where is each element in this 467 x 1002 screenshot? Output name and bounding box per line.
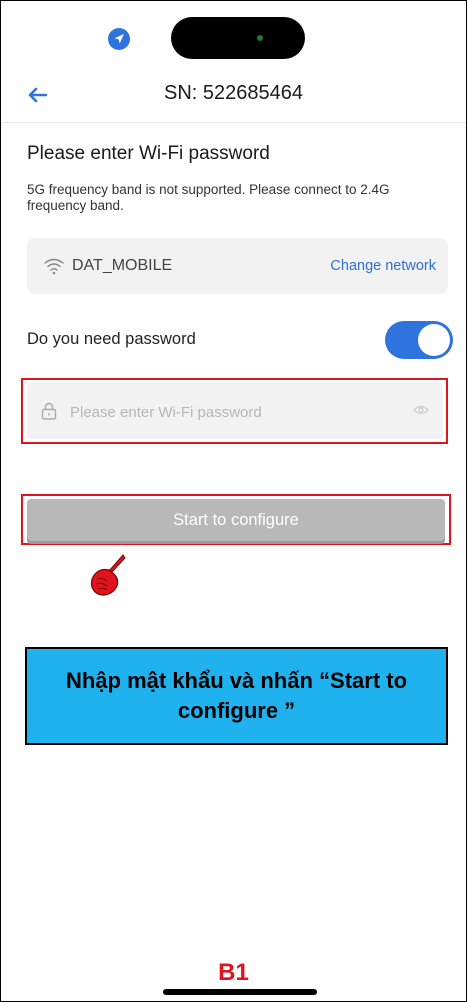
frequency-notice: 5G frequency band is not supported. Plea… [27,182,390,213]
start-configure-button[interactable]: Start to configure [27,499,445,541]
header-divider [1,122,466,123]
wifi-icon [44,258,64,275]
toggle-knob [418,324,450,356]
step-label: B1 [218,959,249,986]
page-title: SN: 522685464 [163,82,303,104]
lock-icon [41,402,57,420]
section-heading: Please enter Wi-Fi password [27,143,270,164]
location-arrow-icon [108,28,130,50]
phone-screen: SN: 522685464 Please enter Wi-Fi passwor… [0,0,467,1002]
pointing-hand-icon [90,554,126,596]
password-toggle-label: Do you need password [27,330,196,348]
network-card: DAT_MOBILE Change network [27,238,448,294]
home-indicator[interactable] [163,989,317,995]
dynamic-island [171,17,305,59]
instruction-callout: Nhập mật khẩu và nhấn “Start to configur… [25,647,448,745]
password-toggle[interactable] [385,321,453,359]
header: SN: 522685464 [1,73,466,119]
network-ssid: DAT_MOBILE [72,257,173,274]
eye-icon[interactable] [413,404,429,416]
change-network-link[interactable]: Change network [330,258,436,274]
camera-dot [257,35,263,41]
password-field[interactable] [27,383,443,439]
password-input[interactable] [68,397,412,427]
